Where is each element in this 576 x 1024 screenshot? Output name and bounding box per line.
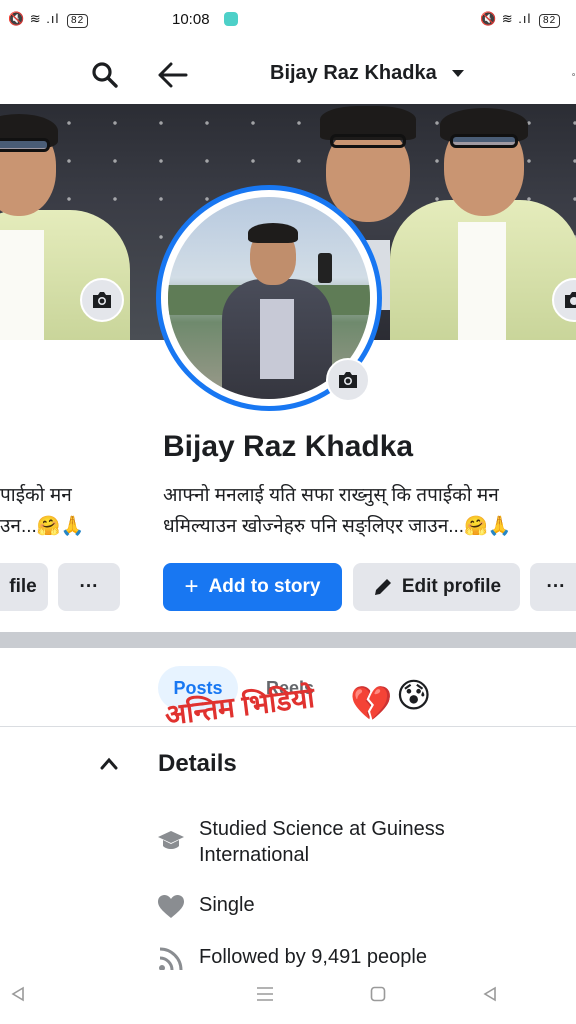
bio-line1: आफ्नो मनलाई यति सफा राख्नुस् कि तपाईको म… [163,485,499,506]
nav-profile-name[interactable]: Bijay Raz Khadka [270,62,437,85]
more-button[interactable]: ··· [530,563,576,611]
broken-heart-emoji: 💔 [350,685,393,723]
more-icon: ··· [546,576,566,597]
app-notification-icon [224,12,238,26]
chevron-down-icon[interactable] [452,70,464,77]
cover-person-right [380,104,576,340]
button-label: file [9,576,37,597]
details-title: Details [158,750,237,777]
rss-icon [156,944,186,970]
followers-text: Followed by 9,491 people [199,946,427,968]
pencil-icon [374,579,391,595]
back-triangle-icon[interactable] [10,986,26,1007]
back-arrow-icon[interactable] [156,58,190,92]
back-triangle-icon-right[interactable] [482,986,498,1007]
profile-name: Bijay Raz Khadka [163,430,414,463]
camera-icon [339,372,357,388]
profile-camera-button[interactable] [326,358,370,402]
cover-camera-button-left[interactable] [80,278,124,322]
more-button-left[interactable]: ··· [58,563,120,611]
left-bio-line2: उन...🤗🙏 [0,516,85,537]
top-navigation: Bijay Raz Khadka [0,48,576,100]
tabs-divider [0,726,576,727]
education-text: Studied Science at Guiness International [199,818,445,866]
battery-icon-right: 82 [539,14,561,28]
add-to-story-label: Add to story [208,576,321,597]
search-icon-partial[interactable] [560,58,576,92]
more-icon: ··· [79,576,99,597]
plus-icon: + [184,573,199,600]
edit-profile-button-partial[interactable]: file [0,563,48,611]
profile-bio: आफ्नो मनलाई यति सफा राख्नुस् कि तपाईको म… [163,480,576,542]
bio-line2: धमिल्याउन खोज्नेहरु पनि सङ्लिएर जाउन...🤗… [163,516,512,537]
section-divider [0,632,576,648]
graduation-cap-icon [156,826,186,856]
status-bar: 🔇 ≋ .ıl 82 10:08 🔇 ≋ .ıl 82 [0,0,576,40]
search-icon[interactable] [88,58,122,92]
system-navigation-bar [0,970,576,1024]
camera-icon [565,292,576,308]
edit-profile-button[interactable]: Edit profile [353,563,520,611]
detail-relationship: Single [156,892,576,922]
camera-icon [93,292,111,308]
relationship-text: Single [199,894,255,916]
edit-profile-label: Edit profile [401,576,502,597]
menu-lines-icon[interactable] [256,986,274,1007]
chevron-up-icon[interactable] [100,756,118,770]
detail-education: Studied Science at Guiness International [156,816,576,872]
anxious-face-emoji: 😰 [396,677,432,715]
status-icons-right: 🔇 ≋ .ıl 82 [480,11,561,28]
heart-icon [156,892,186,922]
detail-followers: Followed by 9,491 people [156,944,576,970]
status-icons-left: 🔇 ≋ .ıl 82 [8,11,89,28]
add-to-story-button[interactable]: + Add to story [163,563,342,611]
status-time: 10:08 [172,11,210,28]
battery-icon-left: 82 [67,14,89,28]
left-bio-line1: पाईको मन [0,485,72,506]
left-bio-fragment: पाईको मन उन...🤗🙏 [0,480,90,542]
home-square-icon[interactable] [370,986,386,1007]
